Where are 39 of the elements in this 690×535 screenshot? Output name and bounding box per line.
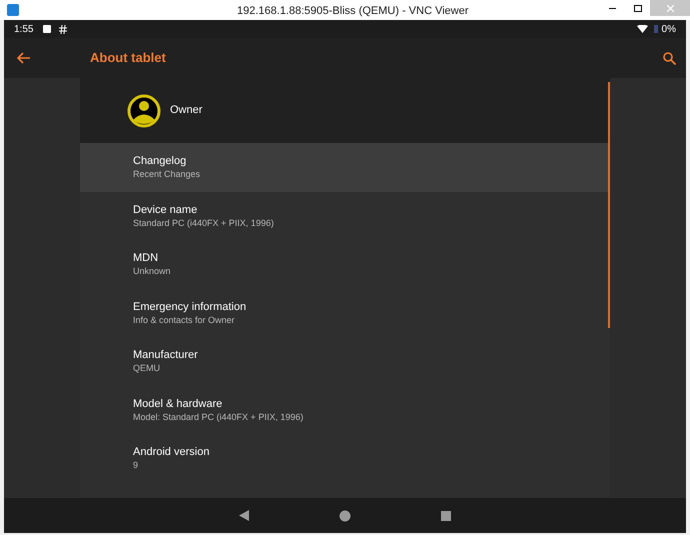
battery-icon [654, 25, 658, 33]
notification-icon [43, 25, 52, 33]
back-triangle-icon[interactable] [239, 510, 249, 521]
item-title: MDN [133, 251, 160, 266]
item-summary: 9 [133, 459, 140, 472]
item-summary: Recent Changes [133, 168, 202, 180]
app-icon [7, 4, 19, 16]
status-time: 1:55 [14, 22, 34, 36]
search-icon[interactable] [663, 52, 676, 64]
wifi-icon [636, 25, 648, 33]
settings-item[interactable]: Device name Standard PC (i440FX + PIIX, 1996) [80, 192, 610, 240]
item-summary: QEMU [133, 362, 161, 374]
recents-square-icon[interactable] [441, 510, 451, 520]
item-summary: Standard PC (i440FX + PIIX, 1996) [133, 216, 275, 229]
item-title: Changelog [133, 154, 188, 168]
owner-header[interactable]: Owner [80, 78, 610, 143]
item-title: Device name [133, 202, 198, 217]
user-avatar-icon [127, 94, 161, 128]
item-title: Emergency information [133, 300, 248, 314]
settings-item[interactable]: MDN Unknown [80, 240, 610, 288]
owner-name: Owner [170, 103, 202, 118]
battery-level: 0% [662, 22, 676, 36]
settings-item[interactable]: Manufacturer QEMU [80, 337, 610, 386]
home-circle-icon[interactable] [339, 510, 351, 522]
item-title: Android version [133, 445, 210, 460]
item-summary: Info & contacts for Owner [133, 314, 236, 326]
settings-item[interactable]: Changelog Recent Changes [80, 143, 610, 192]
settings-item[interactable]: Android version 9 [80, 434, 610, 482]
back-arrow-icon[interactable] [17, 52, 30, 64]
item-summary: Model: Standard PC (i440FX + PIIX, 1996) [133, 410, 304, 423]
screen-title: About tablet [90, 49, 166, 68]
settings-item[interactable]: Model & hardware Model: Standard PC (i440FX + PIIX, 1996) [80, 386, 610, 434]
item-title: Manufacturer [133, 348, 199, 362]
item-title: Model & hardware [133, 396, 224, 411]
close-icon [666, 4, 674, 12]
hash-icon [59, 24, 68, 34]
settings-item[interactable]: Emergency information Info & contacts for Owner [80, 288, 610, 337]
window-title: 192.168.1.88:5905-Bliss (QEMU) - VNC Viewer [237, 4, 469, 19]
item-summary: Unknown [133, 265, 172, 278]
